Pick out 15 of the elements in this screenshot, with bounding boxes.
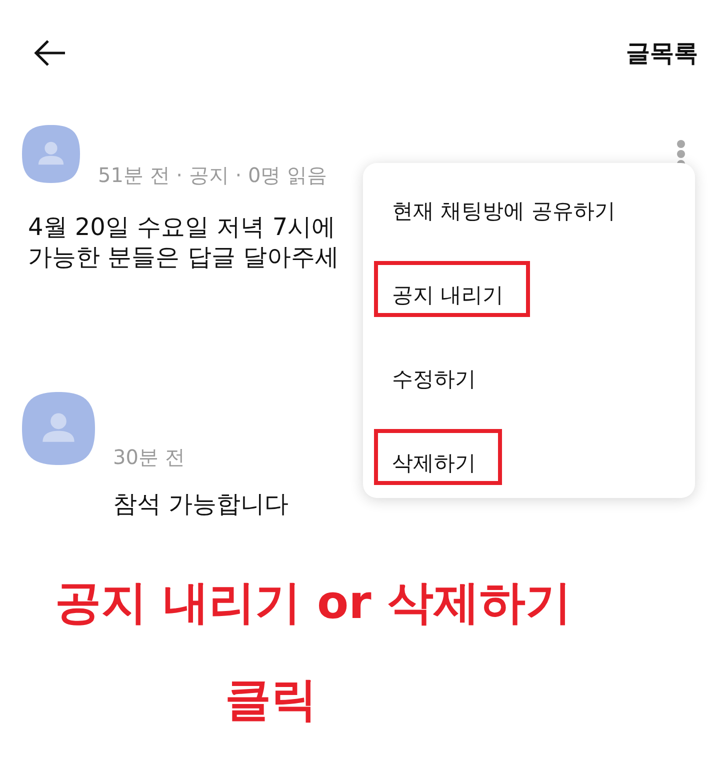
more-options-icon[interactable] (676, 140, 686, 164)
annotation-text: 공지 내리기 or 삭제하기 (55, 574, 572, 630)
avatar-icon (22, 392, 95, 465)
menu-item[interactable]: 공지 내리기 (374, 261, 530, 317)
back-arrow-icon[interactable] (34, 39, 66, 67)
menu-item[interactable]: 수정하기 (374, 345, 502, 401)
menu-item[interactable]: 삭제하기 (374, 429, 502, 485)
post-meta: 51분 전 · 공지 · 0명 읽음 (98, 163, 328, 187)
reply-text: 참석 가능합니다 (113, 489, 289, 519)
post-text: 4월 20일 수요일 저녁 7시에 가능한 분들은 답글 달아주세 (28, 212, 339, 272)
avatar-icon (22, 125, 80, 183)
post-list-button[interactable]: 글목록 (626, 37, 698, 69)
reply-meta: 30분 전 (113, 445, 185, 469)
annotation-text: 클릭 (225, 671, 317, 727)
menu-item[interactable]: 현재 채팅방에 공유하기 (374, 177, 642, 233)
